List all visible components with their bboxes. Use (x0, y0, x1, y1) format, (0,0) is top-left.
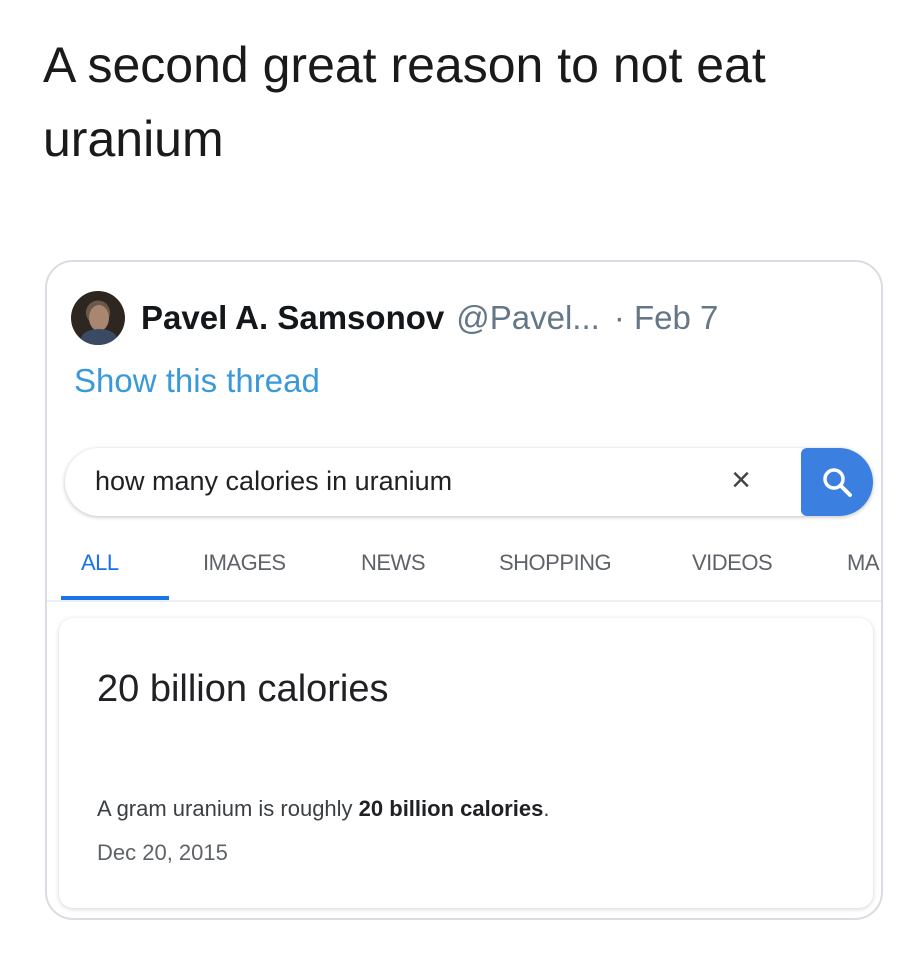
tab-videos[interactable]: VIDEOS (692, 550, 773, 576)
tab-news[interactable]: NEWS (361, 550, 426, 576)
answer-card: 20 billion calories A gram uranium is ro… (59, 618, 873, 908)
snippet-bold: 20 billion calories (358, 796, 544, 821)
tab-shopping[interactable]: SHOPPING (499, 550, 612, 576)
close-icon[interactable]: × (723, 462, 759, 498)
tweet-date[interactable]: · Feb 7 (614, 299, 719, 337)
author-handle[interactable]: @Pavel... (456, 299, 600, 337)
tab-all[interactable]: ALL (81, 550, 119, 576)
avatar-shirt (81, 329, 117, 345)
snippet-suffix: . (543, 796, 550, 821)
tab-images[interactable]: IMAGES (203, 550, 286, 576)
active-tab-indicator (61, 596, 169, 600)
show-thread-link[interactable]: Show this thread (74, 362, 320, 400)
tweet-card: Pavel A. Samsonov @Pavel... · Feb 7 Show… (45, 260, 883, 920)
avatar-face (89, 305, 109, 331)
search-input[interactable]: how many calories in uranium (95, 466, 452, 497)
search-bar[interactable]: how many calories in uranium × (65, 448, 873, 516)
tab-more[interactable]: MA (847, 550, 880, 576)
answer-date: Dec 20, 2015 (97, 840, 228, 865)
search-button[interactable] (801, 448, 873, 516)
answer-snippet: A gram uranium is roughly 20 billion cal… (97, 796, 549, 822)
search-icon (823, 468, 852, 497)
answer-headline: 20 billion calories (97, 668, 389, 710)
meme-caption: A second great reason to not eat uranium (43, 37, 766, 167)
author-name[interactable]: Pavel A. Samsonov (141, 299, 444, 337)
tweet-header: Pavel A. Samsonov @Pavel... · Feb 7 (71, 290, 718, 346)
avatar[interactable] (71, 291, 125, 345)
snippet-prefix: A gram uranium is roughly (97, 796, 359, 821)
search-tabs: ALL IMAGES NEWS SHOPPING VIDEOS MA (47, 532, 881, 602)
